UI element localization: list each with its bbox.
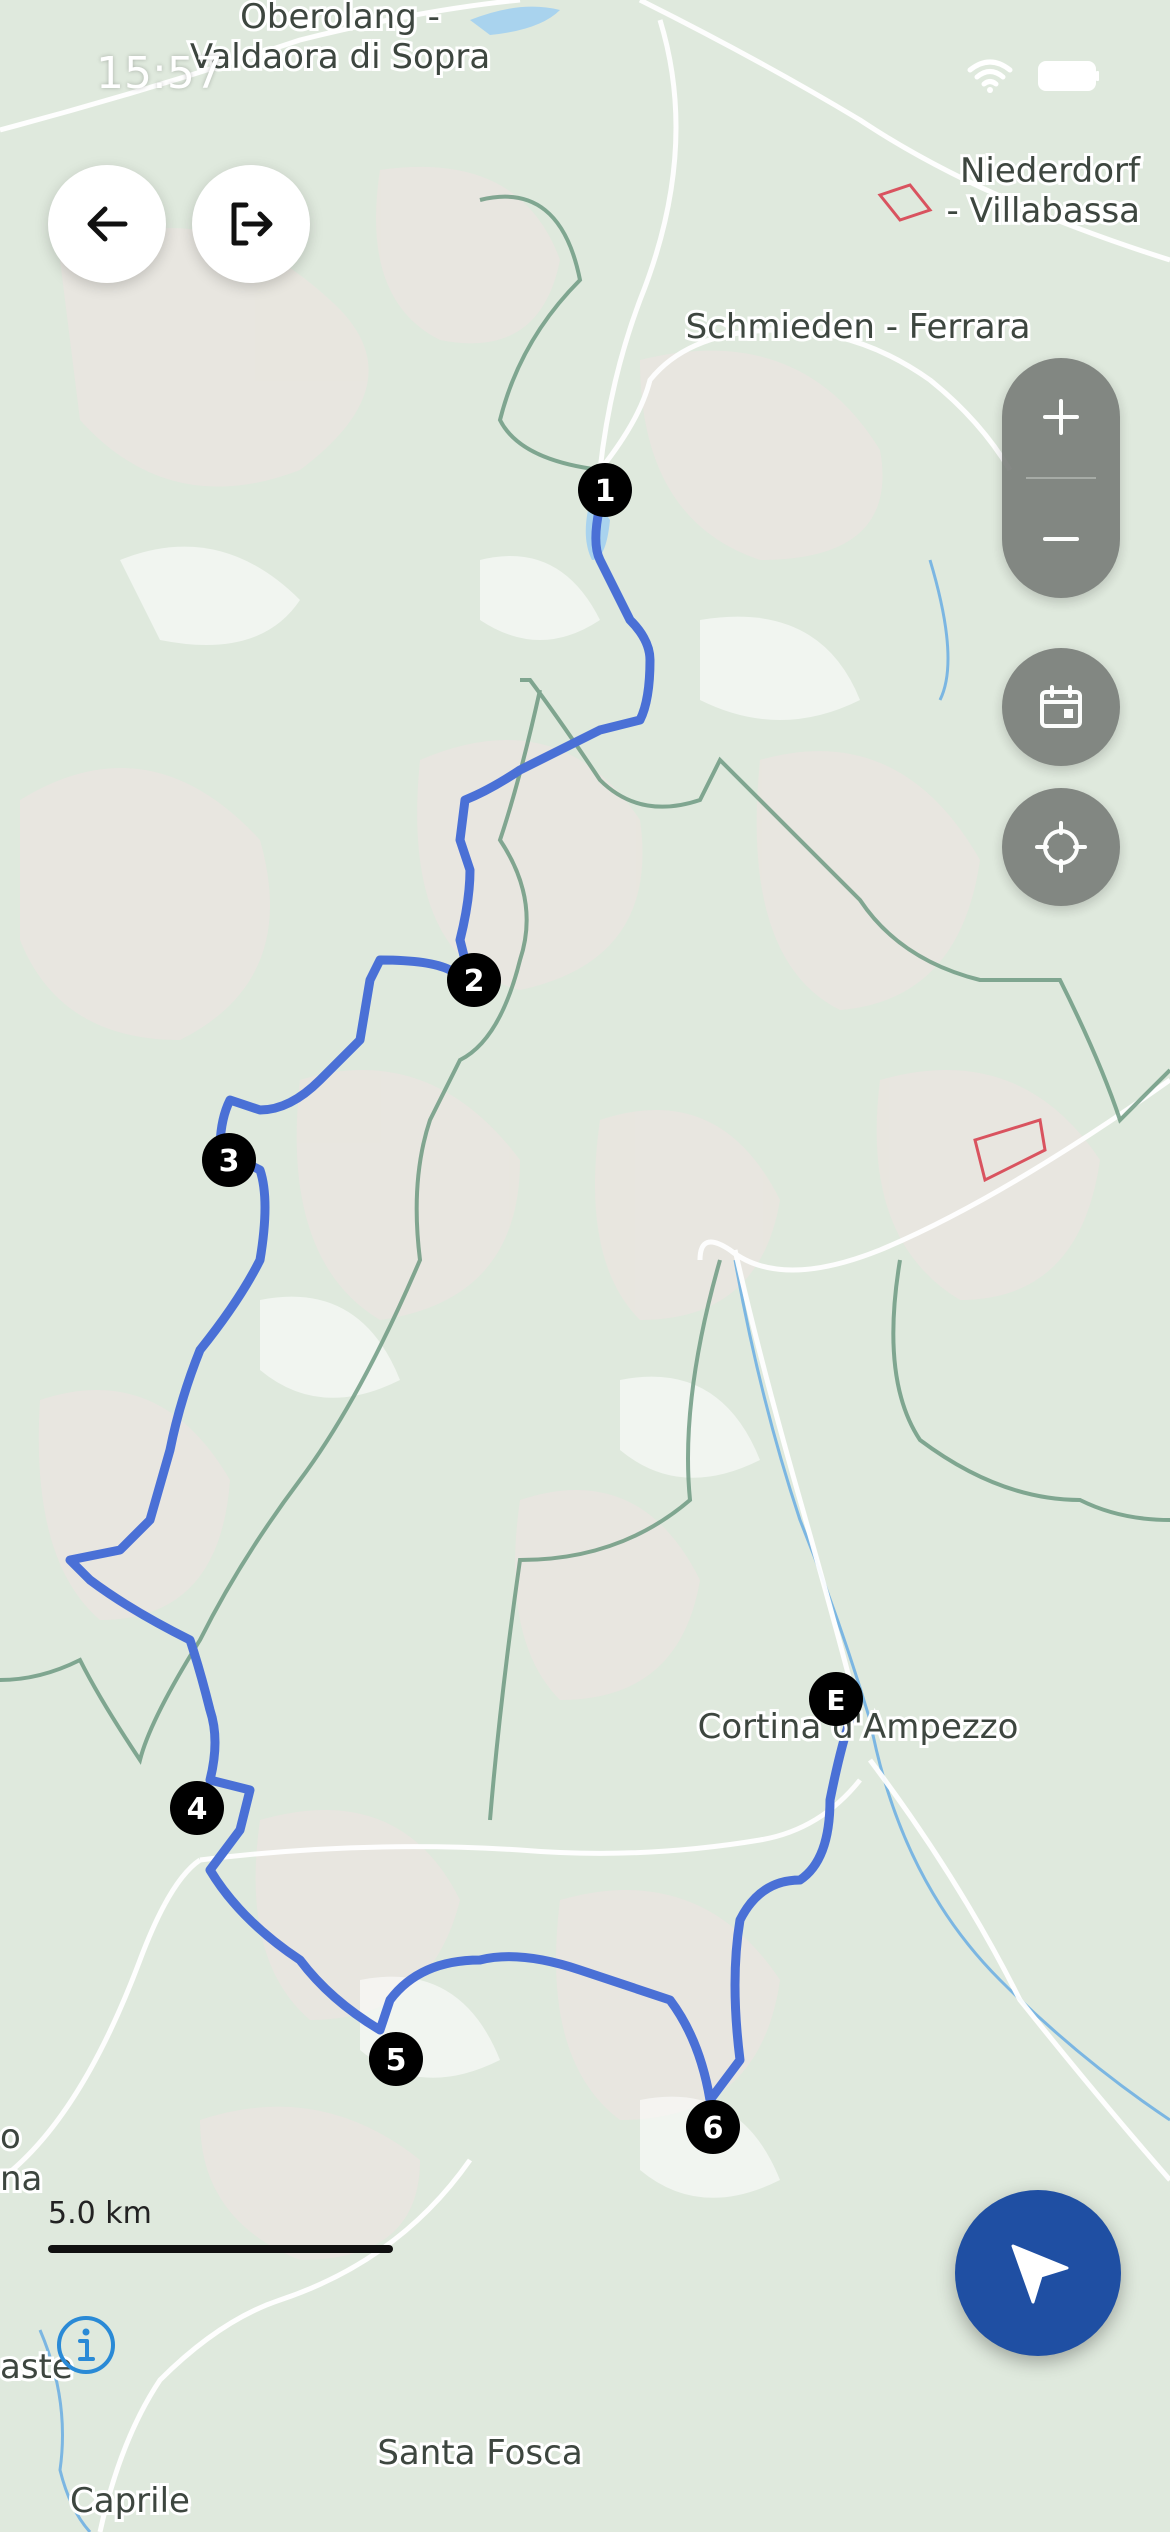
exit-icon [231,202,273,246]
scale-bar [48,2245,393,2253]
svg-text:3: 3 [219,1144,240,1179]
status-icons [966,58,1100,94]
route-marker-1[interactable]: 1 [578,463,632,517]
zoom-controls [1002,358,1120,598]
battery-icon [1038,61,1099,91]
calendar-icon [1040,685,1082,728]
svg-text:E: E [826,1684,845,1717]
route-marker-4[interactable]: 4 [170,1781,224,1835]
calendar-button[interactable] [1002,648,1120,766]
svg-text:2: 2 [464,964,485,999]
info-button[interactable] [55,2314,117,2376]
place-label: Niederdorf [960,151,1141,191]
locate-button[interactable] [1002,788,1120,906]
route-marker-2[interactable]: 2 [447,953,501,1007]
svg-text:1: 1 [595,474,616,509]
zoom-in-button[interactable] [1002,358,1120,476]
route-marker-3[interactable]: 3 [202,1133,256,1187]
plus-icon [1043,399,1079,435]
place-label: Oberolang - [240,0,440,37]
exit-button[interactable] [192,165,310,283]
svg-text:4: 4 [187,1792,208,1827]
route-marker-5[interactable]: 5 [369,2032,423,2086]
zoom-out-button[interactable] [1002,480,1120,598]
svg-text:5: 5 [386,2043,407,2078]
place-label: na [0,2159,42,2199]
place-label: Schmieden - Ferrara [686,307,1031,347]
place-label: o [0,2117,21,2157]
place-label: Santa Fosca [377,2433,582,2473]
minus-icon [1043,537,1079,541]
status-time: 15:57 [96,48,223,99]
place-label: Valdaora di Sopra [190,37,490,77]
route-marker-end[interactable]: E [809,1672,863,1726]
navigation-arrow-icon [1011,2244,1069,2304]
wifi-icon [967,59,1013,93]
info-icon [57,2316,115,2374]
place-label: Caprile [70,2481,190,2521]
navigate-button[interactable] [955,2190,1121,2356]
svg-text:6: 6 [703,2111,724,2146]
place-label: - Villabassa [947,191,1140,231]
map-scale: 5.0 km [48,2196,393,2253]
arrow-left-icon [87,206,128,242]
zoom-divider [1026,477,1096,479]
scale-label: 5.0 km [48,2196,152,2231]
crosshair-icon [1035,821,1087,873]
map-view[interactable]: Oberolang - Valdaora di Sopra Niederdorf… [0,0,1170,2532]
back-button[interactable] [48,165,166,283]
route-marker-6[interactable]: 6 [686,2100,740,2154]
